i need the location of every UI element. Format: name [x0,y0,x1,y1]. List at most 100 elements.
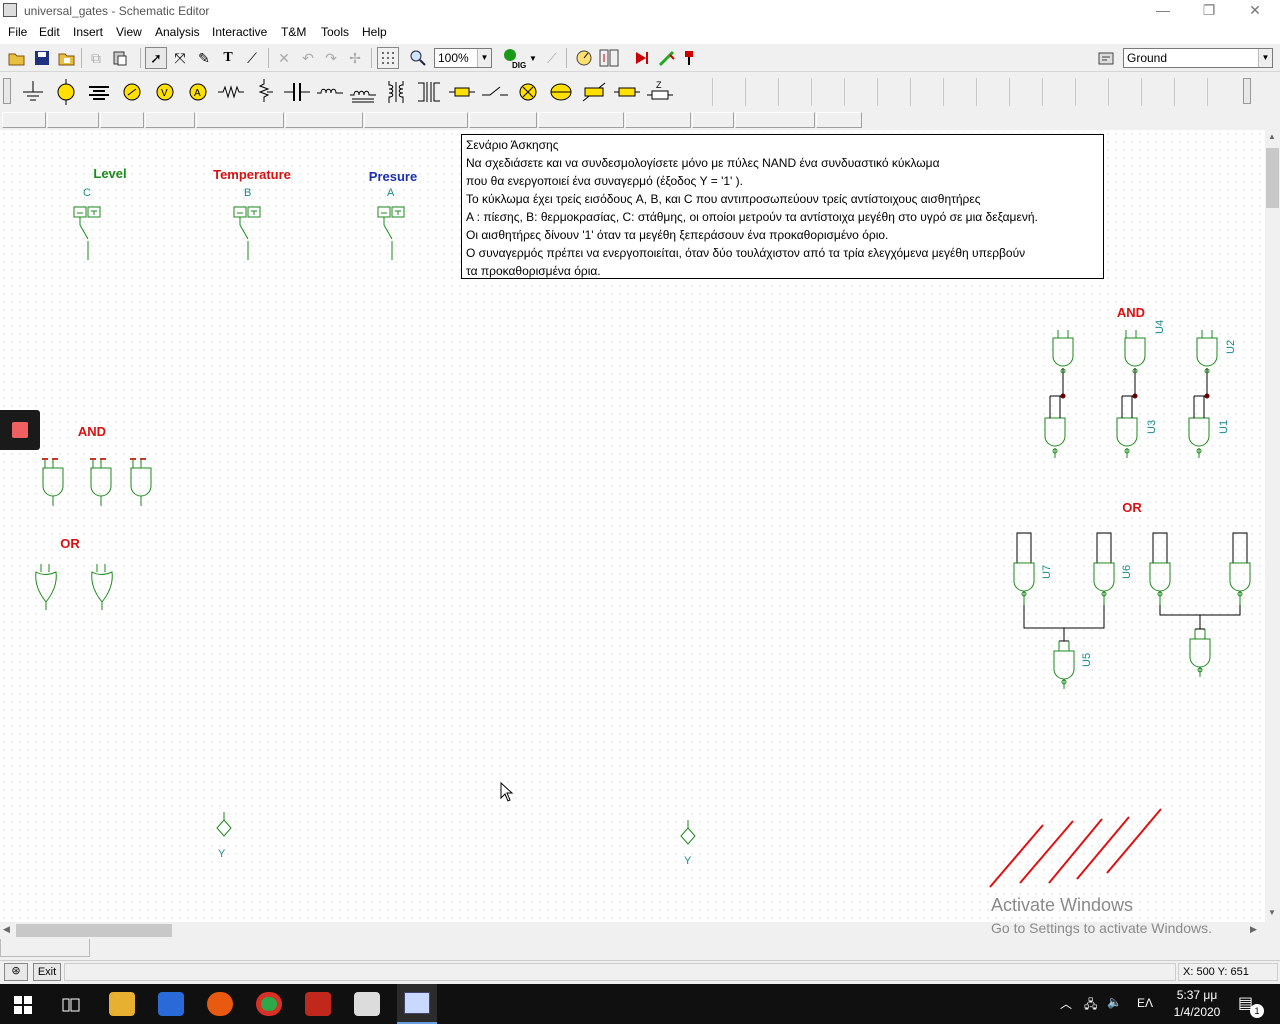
scroll-down-icon[interactable]: ▼ [1268,908,1276,917]
maximize-button[interactable]: ❐ [1186,0,1232,22]
or-gates-left[interactable] [30,560,130,616]
menu-help[interactable]: Help [362,25,387,39]
menu-insert[interactable]: Insert [73,25,103,39]
sheet-tab[interactable] [0,939,90,957]
schematic-canvas[interactable]: Level Temperature Presure C B A Σενάριο … [0,130,1265,922]
palette-scroll-left[interactable] [3,78,11,104]
volume-icon[interactable]: 🔈 [1107,995,1122,1009]
inductor-icon[interactable] [315,77,345,107]
meter-icon[interactable] [573,47,595,69]
potentiometer-icon[interactable] [249,77,279,107]
component-tab[interactable] [196,112,284,128]
horizontal-scroll-thumb[interactable] [16,924,172,937]
motor-icon[interactable] [546,77,576,107]
menu-tools[interactable]: Tools [321,25,349,39]
varistor-icon[interactable] [579,77,609,107]
voltmeter-icon[interactable]: V [150,77,180,107]
switch-level[interactable] [72,205,106,263]
analyzer-icon[interactable] [598,47,620,69]
menu-file[interactable]: File [8,25,27,39]
resistor-block-icon[interactable] [612,77,642,107]
select-arrow-icon[interactable]: ➚ [145,47,167,69]
switch-presure[interactable] [376,205,410,263]
chrome-icon[interactable] [256,992,282,1016]
voltage-source-icon[interactable] [51,77,81,107]
menu-analysis[interactable]: Analysis [155,25,200,39]
task-view-icon[interactable] [62,996,80,1014]
fuse-icon[interactable] [447,77,477,107]
close-button[interactable]: ✕ [1232,0,1278,22]
ground-icon[interactable] [18,77,48,107]
pencil-icon[interactable]: ✎ [193,47,215,69]
resistor-icon[interactable] [216,77,246,107]
capacitor-icon[interactable] [282,77,312,107]
battery-icon[interactable] [84,77,114,107]
exit-icon[interactable]: ⊛ [4,963,28,981]
zoom-icon[interactable] [407,47,429,69]
stop-button[interactable] [0,410,40,450]
menu-view[interactable]: View [116,25,142,39]
grid-icon[interactable] [377,47,399,69]
firefox-icon[interactable] [207,992,233,1016]
component-finder-icon[interactable] [1096,47,1118,69]
clock-time[interactable]: 5:37 μμ [1172,988,1222,1002]
dig-mode-icon[interactable]: DIG [500,47,528,69]
component-tab[interactable] [625,112,691,128]
diode-icon[interactable] [632,47,654,69]
menu-interactive[interactable]: Interactive [212,25,267,39]
calculator-icon[interactable] [354,992,380,1016]
zoom-select[interactable]: 100% ▼ [434,48,492,68]
paste-icon[interactable] [109,47,131,69]
tray-chevron-icon[interactable]: ︿ [1060,995,1072,1012]
text-tool-icon[interactable]: T [217,47,239,69]
switch-temperature[interactable] [232,205,266,263]
scroll-left-icon[interactable]: ◀ [3,924,10,935]
lamp-icon[interactable] [513,77,543,107]
transformer-icon[interactable] [381,77,411,107]
scenario-textbox[interactable]: Σενάριο Άσκησης Να σχεδιάσετε και να συν… [461,134,1104,279]
component-tab[interactable] [145,112,195,128]
minimize-button[interactable]: — [1140,0,1186,22]
scroll-right-icon[interactable]: ▶ [1250,924,1257,935]
ccleaner-icon[interactable] [305,992,331,1016]
ideal-transformer-icon[interactable] [414,77,444,107]
component-tab[interactable] [2,112,46,128]
component-tab[interactable] [364,112,468,128]
open-project-icon[interactable] [56,47,78,69]
graph-tool-icon[interactable]: ⟋ [241,47,263,69]
vertical-scrollbar[interactable]: ▲ ▼ [1265,130,1280,922]
palette-scroll-right[interactable] [1243,78,1251,104]
chevron-down-icon[interactable]: ▼ [528,47,538,69]
open-folder-icon[interactable] [6,47,28,69]
tina-taskbar-button[interactable] [397,984,437,1024]
component-tab[interactable] [538,112,624,128]
current-source-icon[interactable] [117,77,147,107]
component-tab[interactable] [100,112,144,128]
component-select[interactable]: Ground ▼ [1123,48,1273,68]
component-tab[interactable] [285,112,363,128]
component-tab[interactable] [735,112,815,128]
inductor-core-icon[interactable] [348,77,378,107]
probe-tool-icon[interactable] [656,47,678,69]
exit-button[interactable]: Exit [33,963,61,981]
component-tab[interactable] [692,112,734,128]
menu-edit[interactable]: Edit [39,25,60,39]
and-gates-left[interactable] [38,456,160,512]
network-icon[interactable]: 🖧 [1084,995,1097,1016]
mail-icon[interactable] [158,992,184,1016]
language-indicator[interactable]: ΕΛ [1137,996,1153,1010]
clip-probe-icon[interactable] [680,47,702,69]
impedance-icon[interactable]: Z [645,77,675,107]
wire-select-icon[interactable]: ⤧ [169,47,191,69]
nand-circuit-right[interactable] [1030,324,1250,464]
file-explorer-icon[interactable] [109,992,135,1016]
switch-icon[interactable] [480,77,510,107]
output-probe[interactable] [214,810,236,840]
vertical-scroll-thumb[interactable] [1266,148,1279,208]
component-tab[interactable] [816,112,862,128]
component-tab[interactable] [469,112,537,128]
ammeter-icon[interactable]: A [183,77,213,107]
clock-date[interactable]: 1/4/2020 [1168,1005,1226,1019]
scroll-up-icon[interactable]: ▲ [1268,132,1276,141]
output-probe[interactable] [678,818,700,848]
